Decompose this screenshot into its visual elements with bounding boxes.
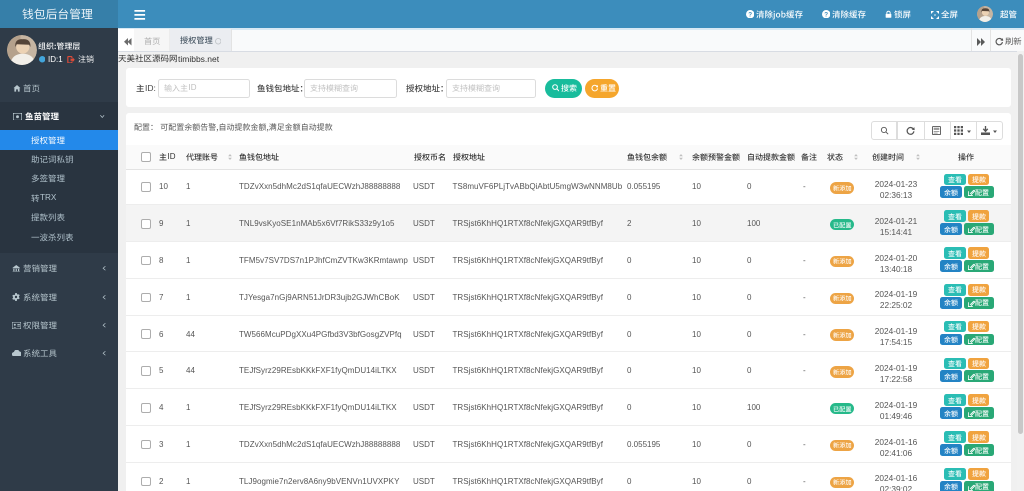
svg-text:?: ?: [748, 11, 752, 18]
svg-text:?: ?: [824, 11, 828, 18]
